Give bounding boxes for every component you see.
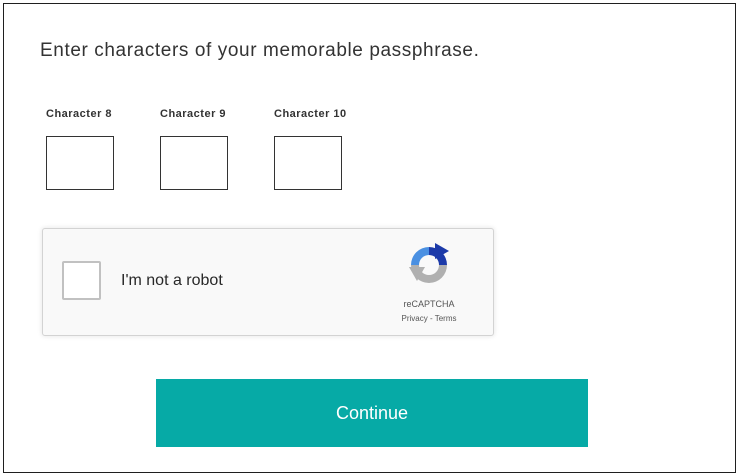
continue-button[interactable]: Continue bbox=[156, 379, 588, 447]
terms-link[interactable]: Terms bbox=[435, 314, 457, 323]
recaptcha-checkbox[interactable] bbox=[62, 261, 101, 300]
privacy-link[interactable]: Privacy bbox=[402, 314, 428, 323]
character-10-input[interactable] bbox=[274, 136, 342, 190]
recaptcha-brand: reCAPTCHA bbox=[403, 299, 455, 309]
character-8-label: Character 8 bbox=[46, 108, 113, 120]
character-9-group: Character 9 bbox=[160, 108, 228, 190]
character-8-input[interactable] bbox=[46, 136, 114, 190]
character-10-group: Character 10 bbox=[274, 108, 347, 190]
character-10-label: Character 10 bbox=[274, 108, 347, 120]
recaptcha-logo-icon bbox=[409, 243, 449, 283]
character-9-label: Character 9 bbox=[160, 108, 227, 120]
character-9-input[interactable] bbox=[160, 136, 228, 190]
recaptcha-links: Privacy - Terms bbox=[379, 314, 479, 323]
recaptcha-widget: I'm not a robot reCAPTCHA Privacy - Term… bbox=[42, 228, 494, 336]
link-separator: - bbox=[427, 314, 435, 323]
recaptcha-label: I'm not a robot bbox=[121, 272, 223, 289]
character-8-group: Character 8 bbox=[46, 108, 114, 190]
page-title: Enter characters of your memorable passp… bbox=[40, 40, 480, 61]
